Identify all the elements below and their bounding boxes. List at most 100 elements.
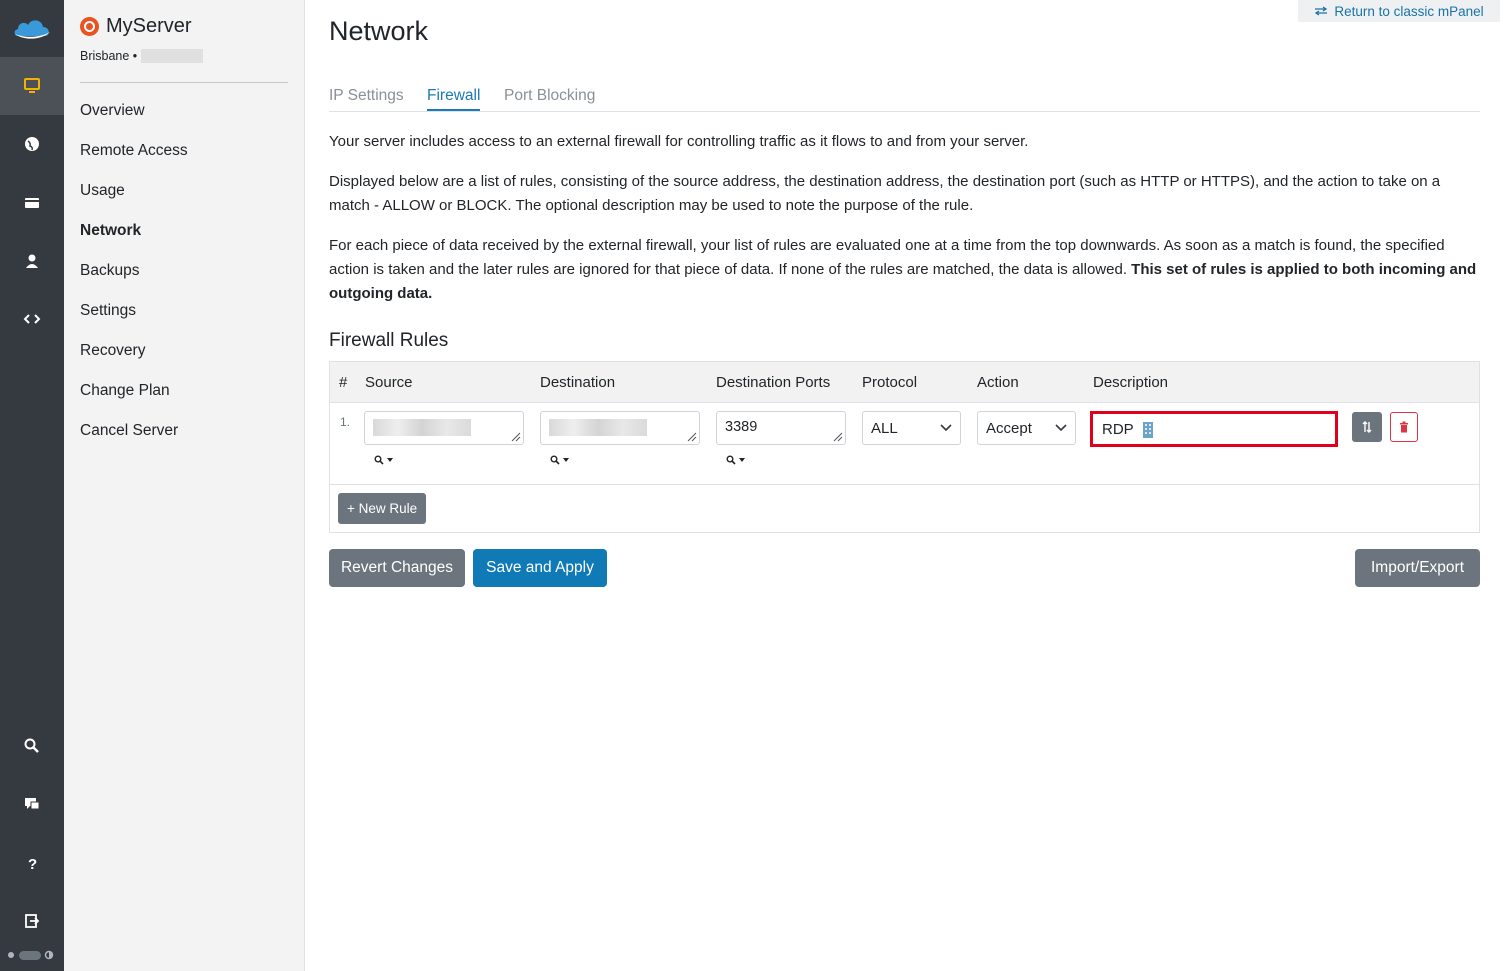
description-value: RDP xyxy=(1102,420,1134,438)
description-input[interactable]: RDP xyxy=(1090,411,1338,447)
redacted-ip xyxy=(141,49,204,63)
source-lookup-button[interactable] xyxy=(374,455,394,465)
table-row: 1. 3389 ALL Accept RDP xyxy=(330,403,1479,485)
reorder-arrows-icon xyxy=(1362,421,1372,433)
chevron-down-icon xyxy=(940,424,952,432)
rail-billing-item[interactable] xyxy=(0,174,64,232)
caret-down-icon xyxy=(563,458,569,462)
sidebar-item-overview[interactable]: Overview xyxy=(80,98,188,138)
sidebar-item-network[interactable]: Network xyxy=(80,218,188,258)
destination-input[interactable] xyxy=(540,411,700,445)
import-export-button[interactable]: Import/Export xyxy=(1355,549,1480,587)
firewall-rules-table: # Source Destination Destination Ports P… xyxy=(329,361,1480,533)
sidebar-item-recovery[interactable]: Recovery xyxy=(80,338,188,378)
ubuntu-icon xyxy=(80,17,99,36)
return-classic-label: Return to classic mPanel xyxy=(1334,3,1484,19)
billing-icon xyxy=(25,198,39,208)
search-icon xyxy=(24,738,39,753)
rail-account-item[interactable] xyxy=(0,232,64,290)
code-icon xyxy=(23,314,41,324)
network-tabs: IP Settings Firewall Port Blocking xyxy=(329,84,1480,112)
resize-grip-icon[interactable] xyxy=(509,430,521,442)
intro-paragraph-2: Displayed below are a list of rules, con… xyxy=(329,173,1441,214)
col-source: Source xyxy=(365,374,413,391)
sidebar-item-backups[interactable]: Backups xyxy=(80,258,188,298)
chat-icon xyxy=(25,798,40,810)
help-icon: ? xyxy=(28,856,37,872)
move-rule-button[interactable] xyxy=(1352,412,1382,442)
sidebar-item-remote-access[interactable]: Remote Access xyxy=(80,138,188,178)
rail-help-item[interactable]: ? xyxy=(0,834,64,892)
caret-down-icon xyxy=(387,458,393,462)
theme-toggle[interactable] xyxy=(6,946,58,964)
tab-firewall[interactable]: Firewall xyxy=(427,87,481,111)
sidebar-item-change-plan[interactable]: Change Plan xyxy=(80,378,188,418)
redacted-destination xyxy=(549,419,647,436)
col-description: Description xyxy=(1093,374,1169,391)
server-name: MyServer xyxy=(106,15,192,37)
building-icon xyxy=(1142,421,1153,438)
server-header: MyServer xyxy=(80,15,192,38)
table-header: # Source Destination Destination Ports P… xyxy=(330,362,1479,403)
col-protocol: Protocol xyxy=(862,374,918,391)
rail-logout-item[interactable] xyxy=(0,892,64,950)
destination-ports-input[interactable]: 3389 xyxy=(716,411,846,445)
search-icon xyxy=(550,455,560,465)
firewall-rules-title: Firewall Rules xyxy=(329,330,449,351)
new-rule-button[interactable]: + New Rule xyxy=(338,493,427,524)
sidebar-item-cancel-server[interactable]: Cancel Server xyxy=(80,418,188,458)
destination-lookup-button[interactable] xyxy=(550,455,570,465)
chevron-down-icon xyxy=(1055,424,1067,432)
protocol-value: ALL xyxy=(871,419,898,437)
sidebar-item-usage[interactable]: Usage xyxy=(80,178,188,218)
redacted-source xyxy=(373,419,471,436)
sidebar-divider xyxy=(80,82,288,83)
intro-paragraph-3: For each piece of data received by the e… xyxy=(329,234,1480,306)
rail-search-item[interactable] xyxy=(0,717,64,775)
rule-number: 1. xyxy=(340,415,351,429)
server-location-label: Brisbane • xyxy=(80,49,138,63)
swap-icon xyxy=(1315,6,1328,16)
firewall-intro: Your server includes access to an extern… xyxy=(329,130,1480,322)
col-destination-ports: Destination Ports xyxy=(716,374,831,391)
page-title: Network xyxy=(329,16,429,46)
intro-paragraph-1: Your server includes access to an extern… xyxy=(329,133,1029,150)
resize-grip-icon[interactable] xyxy=(685,430,697,442)
sun-icon xyxy=(8,952,14,958)
return-classic-link[interactable]: Return to classic mPanel xyxy=(1298,0,1500,22)
rail-developer-item[interactable] xyxy=(0,290,64,348)
delete-rule-button[interactable] xyxy=(1390,412,1418,442)
icon-rail: ? xyxy=(0,0,64,971)
moon-icon xyxy=(44,950,54,960)
col-destination: Destination xyxy=(540,374,616,391)
col-number: # xyxy=(339,374,348,391)
protocol-select[interactable]: ALL xyxy=(862,411,961,445)
search-icon xyxy=(726,455,736,465)
resize-grip-icon[interactable] xyxy=(831,430,843,442)
tab-ip-settings[interactable]: IP Settings xyxy=(329,87,404,105)
search-icon xyxy=(374,455,384,465)
tab-port-blocking[interactable]: Port Blocking xyxy=(504,87,595,105)
source-input[interactable] xyxy=(364,411,524,445)
revert-changes-button[interactable]: Revert Changes xyxy=(329,549,465,587)
sidebar-item-settings[interactable]: Settings xyxy=(80,298,188,338)
svg-text:?: ? xyxy=(28,856,37,872)
caret-down-icon xyxy=(739,458,745,462)
rail-chat-item[interactable] xyxy=(0,775,64,833)
ports-lookup-button[interactable] xyxy=(726,455,746,465)
table-footer: + New Rule xyxy=(330,485,1479,532)
trash-icon xyxy=(1400,421,1408,433)
user-icon xyxy=(26,254,38,268)
sidebar-nav: Overview Remote Access Usage Network Bac… xyxy=(80,98,188,458)
action-select[interactable]: Accept xyxy=(977,411,1076,445)
theme-switch[interactable] xyxy=(19,950,41,960)
action-value: Accept xyxy=(986,419,1032,437)
save-and-apply-button[interactable]: Save and Apply xyxy=(473,549,607,587)
logout-icon xyxy=(25,914,40,928)
cloud-logo-icon[interactable] xyxy=(12,14,52,44)
monitor-icon xyxy=(24,78,40,93)
rail-domains-item[interactable] xyxy=(0,115,64,173)
globe-icon xyxy=(25,137,39,151)
ports-value: 3389 xyxy=(725,419,758,435)
rail-servers-item[interactable] xyxy=(0,57,64,115)
